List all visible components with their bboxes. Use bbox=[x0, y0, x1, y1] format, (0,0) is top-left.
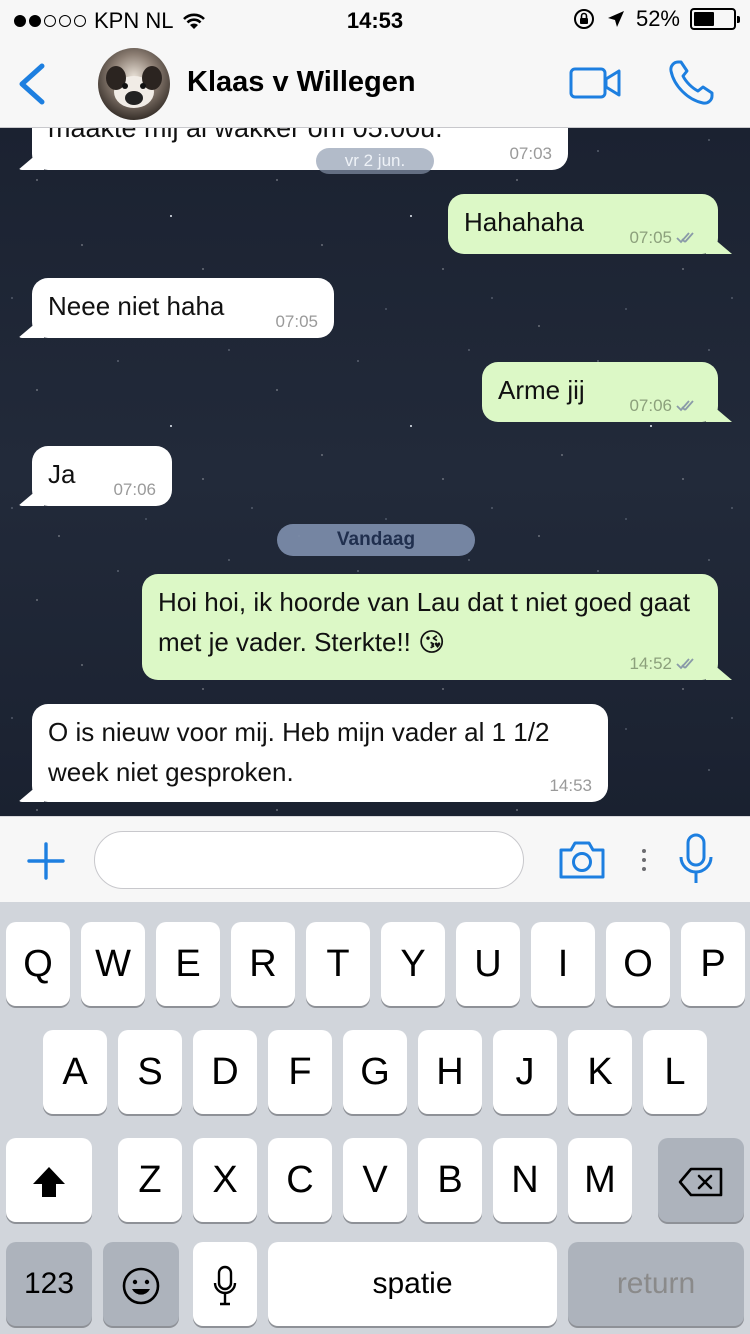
message-input-bar bbox=[0, 816, 750, 902]
message-time: 14:52 bbox=[629, 654, 672, 673]
key-o[interactable]: O bbox=[606, 922, 670, 1006]
message-outgoing[interactable]: Hahahaha 07:05 bbox=[448, 194, 718, 254]
key-w[interactable]: W bbox=[81, 922, 145, 1006]
date-separator-earlier: vr 2 jun. bbox=[316, 148, 434, 174]
key-a[interactable]: A bbox=[43, 1030, 107, 1114]
message-meta: 14:53 bbox=[549, 776, 592, 796]
double-check-icon bbox=[676, 658, 694, 670]
message-time: 07:03 bbox=[509, 144, 552, 164]
chat-header: Klaas v Willegen bbox=[0, 40, 750, 128]
message-time: 07:06 bbox=[113, 480, 156, 499]
location-arrow-icon bbox=[607, 11, 624, 27]
key-t[interactable]: T bbox=[306, 922, 370, 1006]
message-input[interactable] bbox=[94, 831, 524, 889]
microphone-icon[interactable] bbox=[678, 833, 714, 887]
rotation-lock-icon bbox=[573, 9, 594, 29]
more-options-icon[interactable] bbox=[640, 847, 648, 873]
status-right: 52% bbox=[572, 6, 740, 32]
message-time-text: 07:03 bbox=[509, 144, 552, 163]
key-i[interactable]: I bbox=[531, 922, 595, 1006]
message-incoming[interactable]: Neee niet haha 07:05 bbox=[32, 278, 334, 338]
key-g[interactable]: G bbox=[343, 1030, 407, 1114]
shift-arrow-icon bbox=[33, 1166, 65, 1197]
double-check-icon bbox=[676, 232, 694, 244]
key-z[interactable]: Z bbox=[118, 1138, 182, 1222]
key-f[interactable]: F bbox=[268, 1030, 332, 1114]
emoji-smiley-icon bbox=[122, 1267, 160, 1305]
key-x[interactable]: X bbox=[193, 1138, 257, 1222]
key-k[interactable]: K bbox=[568, 1030, 632, 1114]
date-separator-today: Vandaag bbox=[277, 524, 475, 556]
message-time: 07:06 bbox=[629, 396, 672, 415]
key-s[interactable]: S bbox=[118, 1030, 182, 1114]
message-text: O is nieuw voor mij. Heb mijn vader al 1… bbox=[48, 717, 550, 787]
backspace-key[interactable] bbox=[658, 1138, 744, 1222]
contact-name[interactable]: Klaas v Willegen bbox=[187, 66, 416, 99]
dog-avatar-image bbox=[106, 66, 162, 108]
message-outgoing[interactable]: Hoi hoi, ik hoorde van Lau dat t niet go… bbox=[142, 574, 718, 680]
camera-icon[interactable] bbox=[557, 839, 607, 881]
message-time: 07:05 bbox=[629, 228, 672, 247]
return-key[interactable]: return bbox=[568, 1242, 744, 1326]
message-meta: 07:05 bbox=[275, 312, 318, 332]
phone-call-icon[interactable] bbox=[666, 58, 716, 108]
message-time: 07:05 bbox=[275, 312, 318, 331]
microphone-icon bbox=[213, 1265, 237, 1306]
message-incoming[interactable]: O is nieuw voor mij. Heb mijn vader al 1… bbox=[32, 704, 608, 802]
double-check-icon bbox=[676, 400, 694, 412]
key-e[interactable]: E bbox=[156, 922, 220, 1006]
key-l[interactable]: L bbox=[643, 1030, 707, 1114]
message-outgoing[interactable]: Arme jij 07:06 bbox=[482, 362, 718, 422]
chat-messages[interactable]: maakte mij al wakker om 05.00u. 07:03 vr… bbox=[0, 128, 750, 816]
back-chevron-icon[interactable] bbox=[14, 60, 50, 108]
battery-percent: 52% bbox=[635, 6, 680, 31]
message-text: Hoi hoi, ik hoorde van Lau dat t niet go… bbox=[158, 587, 690, 657]
emoji-key[interactable] bbox=[103, 1242, 179, 1326]
on-screen-keyboard: Q W E R T Y U I O P A S D F G H J K L Z … bbox=[0, 902, 750, 1334]
message-time: 14:53 bbox=[549, 776, 592, 795]
key-h[interactable]: H bbox=[418, 1030, 482, 1114]
backspace-icon bbox=[678, 1167, 723, 1197]
message-meta: 07:05 bbox=[629, 228, 702, 248]
status-bar: KPN NL 14:53 52% bbox=[0, 0, 750, 40]
battery-icon bbox=[690, 8, 740, 30]
key-p[interactable]: P bbox=[681, 922, 745, 1006]
key-m[interactable]: M bbox=[568, 1138, 632, 1222]
plus-icon[interactable] bbox=[26, 841, 66, 881]
message-text: maakte mij al wakker om 05.00u. bbox=[48, 128, 443, 143]
video-call-icon[interactable] bbox=[568, 64, 622, 102]
message-incoming[interactable]: maakte mij al wakker om 05.00u. 07:03 bbox=[32, 128, 568, 170]
battery-level bbox=[694, 12, 714, 26]
key-n[interactable]: N bbox=[493, 1138, 557, 1222]
key-v[interactable]: V bbox=[343, 1138, 407, 1222]
key-d[interactable]: D bbox=[193, 1030, 257, 1114]
key-q[interactable]: Q bbox=[6, 922, 70, 1006]
message-incoming[interactable]: Ja 07:06 bbox=[32, 446, 172, 506]
shift-key[interactable] bbox=[6, 1138, 92, 1222]
message-meta: 07:06 bbox=[113, 480, 156, 500]
key-u[interactable]: U bbox=[456, 922, 520, 1006]
message-meta: 14:52 bbox=[629, 654, 702, 674]
key-c[interactable]: C bbox=[268, 1138, 332, 1222]
dictation-key[interactable] bbox=[193, 1242, 257, 1326]
message-meta: 07:06 bbox=[629, 396, 702, 416]
key-j[interactable]: J bbox=[493, 1030, 557, 1114]
numbers-key[interactable]: 123 bbox=[6, 1242, 92, 1326]
contact-avatar[interactable] bbox=[98, 48, 170, 120]
key-r[interactable]: R bbox=[231, 922, 295, 1006]
space-key[interactable]: spatie bbox=[268, 1242, 557, 1326]
key-b[interactable]: B bbox=[418, 1138, 482, 1222]
key-y[interactable]: Y bbox=[381, 922, 445, 1006]
